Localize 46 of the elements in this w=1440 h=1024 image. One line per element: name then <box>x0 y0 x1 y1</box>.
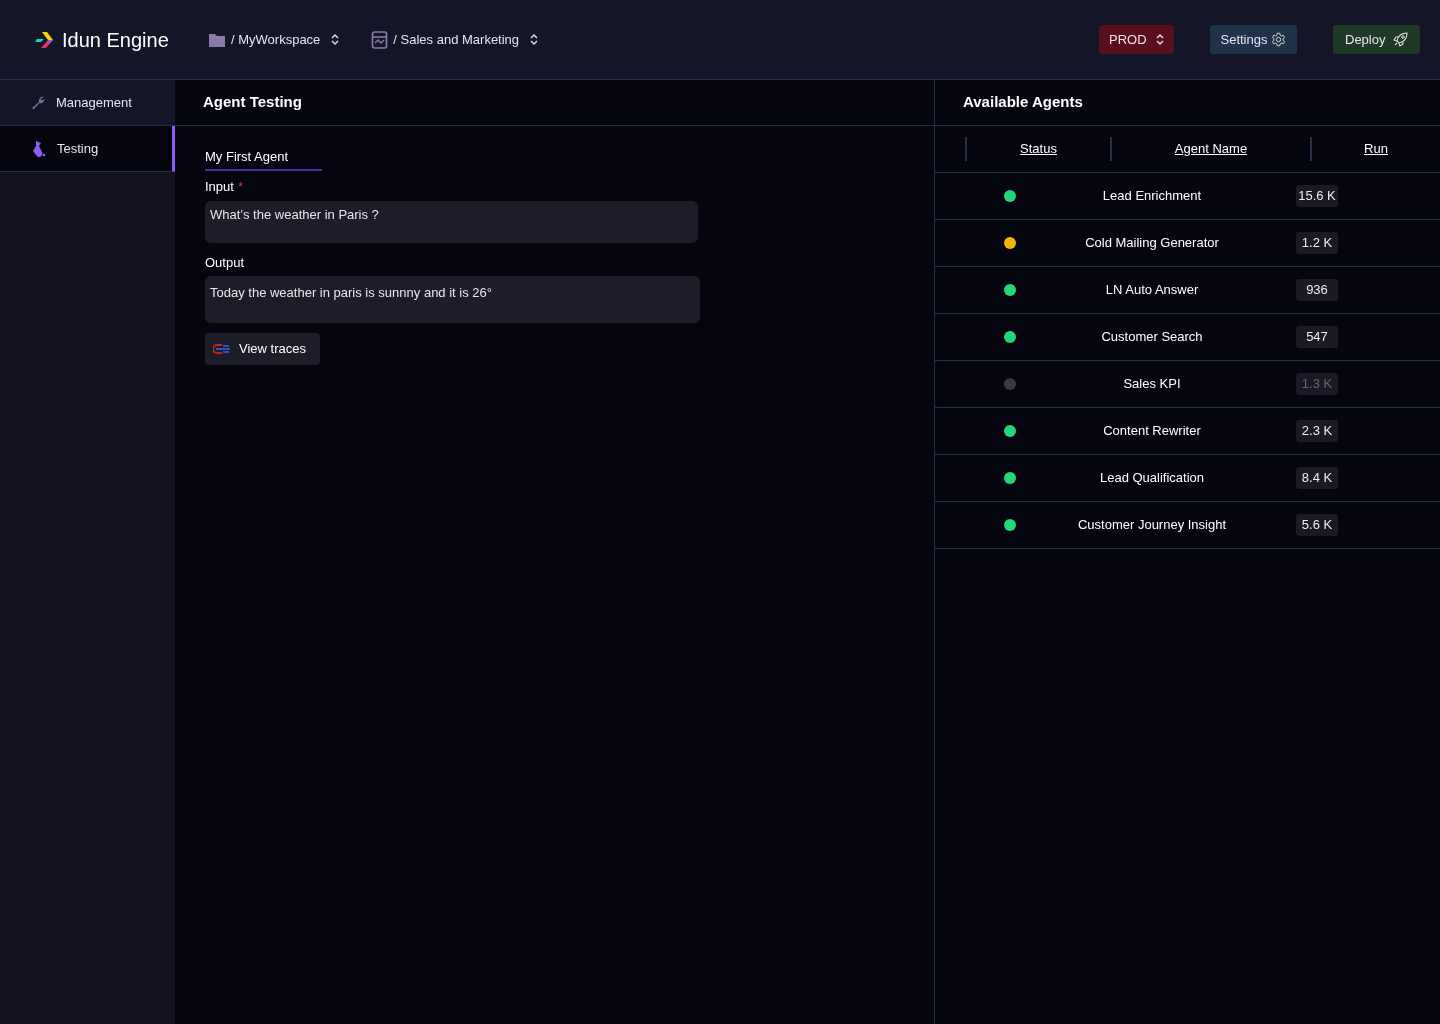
logo-icon <box>34 29 54 50</box>
column-header[interactable]: Run <box>1364 139 1388 159</box>
breadcrumb-selector[interactable]: / MyWorkspace <box>208 29 340 50</box>
sidebar-item[interactable]: Management <box>0 80 175 126</box>
chevron-up-down-icon <box>530 33 539 46</box>
rocket-icon <box>1392 31 1408 48</box>
required-mark: * <box>237 178 243 196</box>
agent-name: Lead Qualification <box>1099 469 1205 488</box>
run-count: 547 <box>1296 326 1338 348</box>
view-traces-button[interactable]: View traces <box>205 333 320 365</box>
run-count: 15.6 K <box>1296 185 1338 207</box>
environment-selector[interactable]: PROD <box>1099 25 1174 54</box>
chevron-up-down-icon <box>1156 33 1164 46</box>
flask-icon <box>30 140 47 157</box>
agent-name: Customer Search <box>1101 328 1203 347</box>
agent-name: Lead Enrichment <box>1102 187 1202 206</box>
input-label: Input <box>205 178 234 196</box>
traces-icon <box>213 344 231 354</box>
app-name: Idun Engine <box>62 27 169 53</box>
agent-name: Customer Journey Insight <box>1077 516 1227 535</box>
panel-title: Available Agents <box>963 92 1083 113</box>
agent-name: LN Auto Answer <box>1105 281 1199 300</box>
run-count: 8.4 K <box>1296 467 1338 489</box>
run-count: 2.3 K <box>1296 420 1338 442</box>
panel-title: Agent Testing <box>203 92 302 113</box>
chevron-up-down-icon <box>331 33 340 46</box>
deploy-button[interactable]: Deploy <box>1333 25 1420 54</box>
column-header[interactable]: Status <box>1020 139 1057 159</box>
run-count: 1.2 K <box>1296 232 1338 254</box>
run-count: 5.6 K <box>1296 514 1338 536</box>
agent-name: Sales KPI <box>1123 375 1181 394</box>
agent-tab[interactable]: My First Agent <box>205 149 289 164</box>
input-field[interactable]: What’s the weather in Paris ? <box>205 200 698 243</box>
wrench-icon <box>30 94 46 111</box>
agent-name: Content Rewriter <box>1103 422 1201 441</box>
run-count: 1.3 K <box>1296 373 1338 395</box>
settings-button[interactable]: Settings <box>1210 25 1297 54</box>
output-label: Output <box>205 253 246 272</box>
output-field: Today the weather in paris is sunnny and it is 26° <box>205 276 700 323</box>
settings-icon <box>1271 32 1287 47</box>
run-count: 936 <box>1296 279 1338 301</box>
breadcrumb-selector[interactable]: / Sales and Marketing <box>371 29 539 50</box>
folder-icon <box>208 31 226 48</box>
agent-name: Cold Mailing Generator <box>1085 234 1219 253</box>
column-header[interactable]: Agent Name <box>1174 139 1248 159</box>
sidebar-item[interactable]: Testing <box>0 126 175 172</box>
